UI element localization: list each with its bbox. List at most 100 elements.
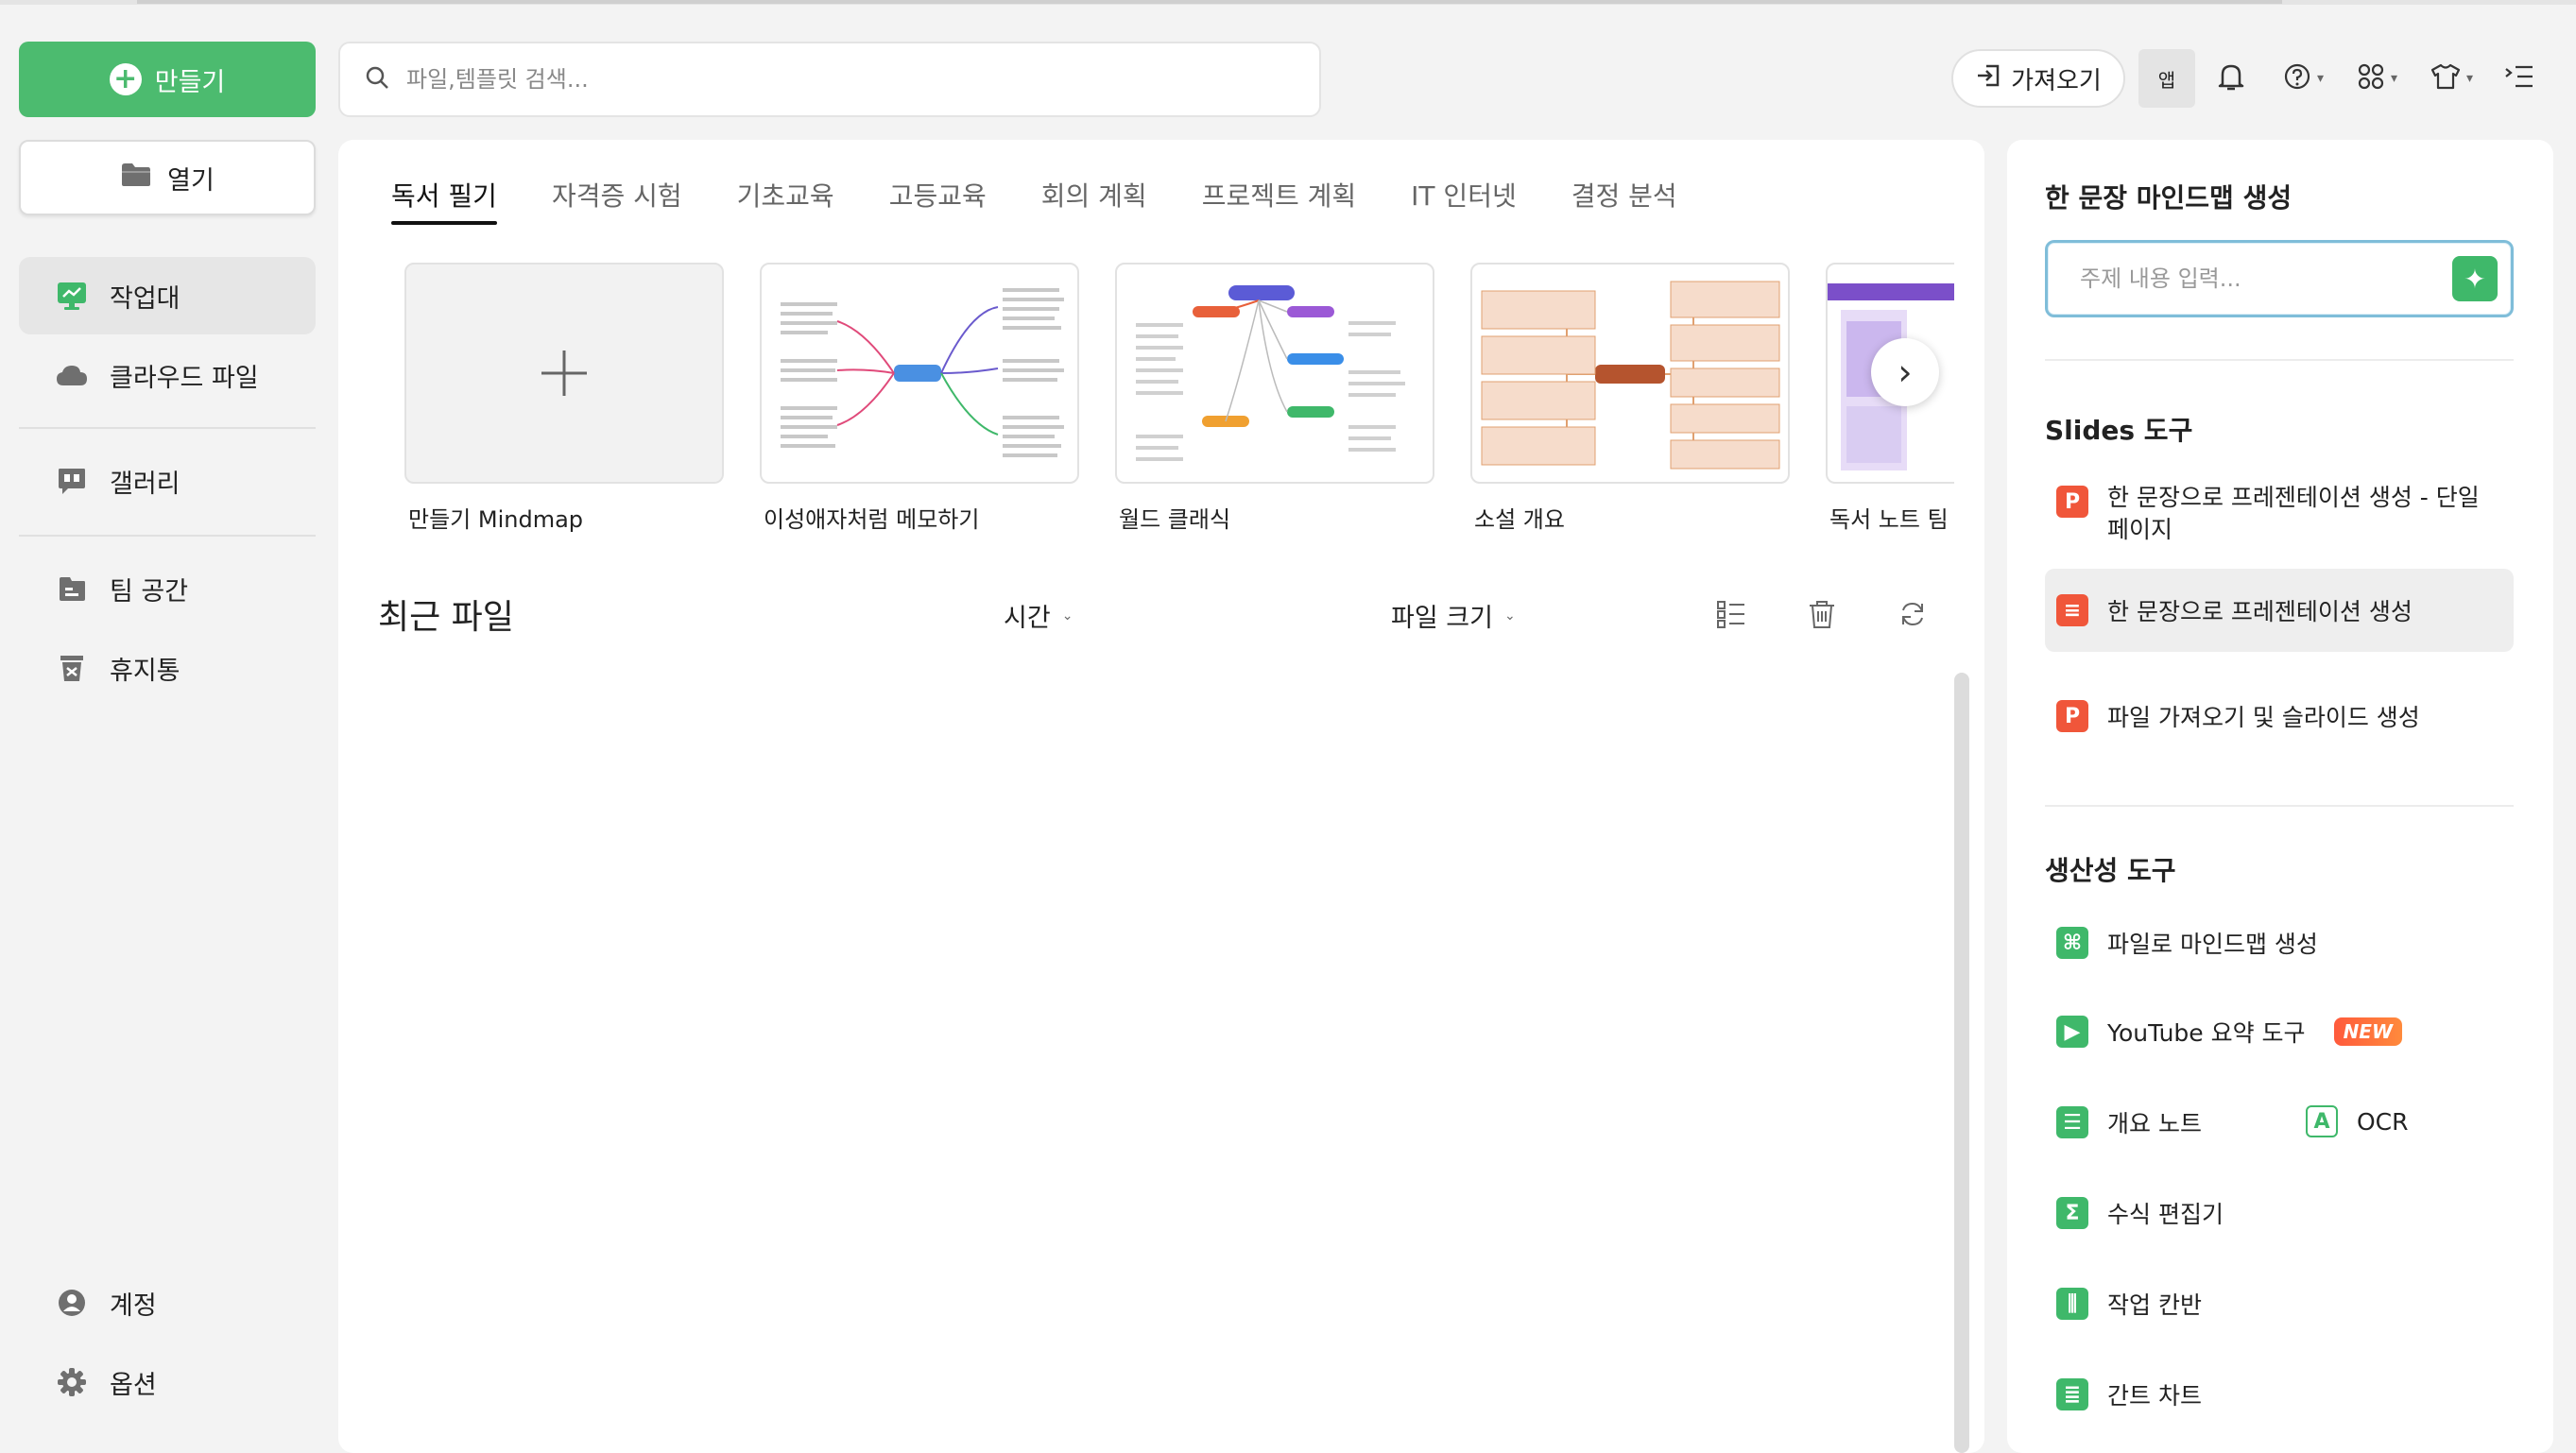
tab-certification[interactable]: 자격증 시험 [552, 176, 682, 225]
help-menu[interactable]: ▾ [2283, 59, 2324, 98]
chevron-down-icon: ⌄ [1503, 607, 1516, 624]
sidebar-item-label: 휴지통 [110, 656, 180, 686]
tool-task-kanban[interactable]: ⫼ 작업 칸반 [2045, 1287, 2514, 1321]
template-name: 만들기 Mindmap [408, 506, 584, 533]
tool-gantt-chart[interactable]: ≣ 간트 차트 [2045, 1377, 2514, 1411]
sidebar-item-workspace[interactable]: 작업대 [19, 257, 316, 334]
template-card[interactable]: 이성애자처럼 메모하기 [760, 263, 1079, 534]
app-button-label: 앱 [2157, 68, 2176, 92]
skin-menu[interactable]: ▾ [2430, 59, 2473, 98]
sidebar-item-trash[interactable]: 휴지통 [19, 629, 316, 707]
sidebar-toggle-button[interactable] [2504, 59, 2534, 98]
trash-icon [55, 651, 89, 685]
section-divider [2045, 805, 2514, 807]
play-icon: ▶ [2056, 1016, 2088, 1048]
sidebar-item-label: 클라우드 파일 [110, 363, 259, 393]
outline-icon: ☰ [2056, 1106, 2088, 1138]
window-top-bar [0, 0, 2576, 5]
chevron-right-icon: › [1898, 351, 1913, 393]
ai-generate-button[interactable]: ✦ [2452, 256, 2498, 301]
sidebar-item-label: 갤러리 [110, 469, 180, 499]
tool-ocr[interactable]: A OCR [2294, 1105, 2483, 1137]
sidebar-item-label: 옵션 [110, 1370, 157, 1400]
sidebar-item-options[interactable]: 옵션 [19, 1343, 316, 1421]
tab-decision-analysis[interactable]: 결정 분석 [1571, 176, 1677, 225]
sort-by-size[interactable]: 파일 크기 ⌄ [1391, 597, 1516, 634]
team-space-icon [55, 572, 89, 606]
sidebar-item-gallery[interactable]: 갤러리 [19, 442, 316, 520]
tool-label: OCR [2357, 1107, 2409, 1136]
tab-basic-education[interactable]: 기초교육 [737, 176, 834, 225]
tab-it-internet[interactable]: IT 인터넷 [1411, 176, 1517, 225]
tool-file-to-mindmap[interactable]: ⌘ 파일로 마인드맵 생성 [2045, 926, 2514, 960]
tool-label: 작업 칸반 [2107, 1291, 2202, 1319]
tool-formula-editor[interactable]: Σ 수식 편집기 [2045, 1196, 2514, 1230]
template-card[interactable]: 소설 개요 [1470, 263, 1790, 534]
carousel-next-button[interactable]: › [1871, 338, 1939, 406]
tab-reading-notes[interactable]: 독서 필기 [391, 176, 497, 225]
delete-button[interactable] [1803, 595, 1841, 633]
main-panel: 독서 필기 자격증 시험 기초교육 고등교육 회의 계획 프로젝트 계획 IT … [338, 140, 1984, 1453]
ai-topic-input[interactable] [2080, 265, 2439, 292]
tool-presentation-single-page[interactable]: P 한 문장으로 프레젠테이션 생성 - 단일 페이지 [2045, 482, 2514, 546]
open-button[interactable]: 열기 [19, 140, 316, 215]
refresh-button[interactable] [1894, 595, 1932, 633]
file-mindmap-icon: ⌘ [2056, 927, 2088, 959]
shirt-icon [2430, 62, 2461, 94]
list-view-button[interactable] [1712, 595, 1750, 633]
tool-presentation[interactable]: ≡ 한 문장으로 프레젠테이션 생성 [2045, 569, 2514, 652]
template-card[interactable]: 월드 클래식 [1115, 263, 1434, 534]
app-button[interactable]: 앱 [2138, 49, 2195, 108]
import-button-label: 가져오기 [2011, 66, 2102, 95]
template-card-new[interactable]: 만들기 Mindmap [404, 263, 724, 534]
sidebar-item-label: 작업대 [110, 283, 180, 314]
sparkle-icon: ✦ [2464, 263, 2486, 295]
tab-meeting-plan[interactable]: 회의 계획 [1041, 176, 1147, 225]
sidebar-divider [19, 427, 316, 429]
bell-icon [2217, 61, 2245, 95]
tool-outline-notes[interactable]: ☰ 개요 노트 [2045, 1105, 2281, 1139]
sidebar-item-label: 팀 공간 [110, 576, 189, 607]
workspace-icon [55, 279, 89, 313]
notification-button[interactable] [2217, 59, 2245, 98]
apps-menu[interactable]: ▾ [2357, 59, 2397, 98]
sort-size-label: 파일 크기 [1391, 604, 1493, 633]
tab-project-plan[interactable]: 프로젝트 계획 [1202, 176, 1356, 225]
sidebar-divider [19, 535, 316, 537]
ai-topic-field[interactable]: ✦ [2045, 240, 2514, 317]
template-name: 이성애자처럼 메모하기 [764, 506, 980, 533]
search-input[interactable] [406, 66, 1257, 93]
ai-mindmap-title: 한 문장 마인드맵 생성 [2045, 182, 2293, 214]
tab-higher-education[interactable]: 고등교육 [889, 176, 987, 225]
sigma-icon: Σ [2056, 1197, 2088, 1229]
tool-label: YouTube 요약 도구 [2107, 1019, 2306, 1047]
plus-icon [541, 350, 587, 396]
sidebar-item-team-space[interactable]: 팀 공간 [19, 550, 316, 627]
list-view-icon [1717, 601, 1744, 628]
slides-tools-title: Slides 도구 [2045, 415, 2193, 446]
tool-youtube-summary[interactable]: ▶ YouTube 요약 도구 NEW [2045, 1015, 2514, 1049]
help-icon [2283, 62, 2311, 94]
sort-by-time[interactable]: 시간 ⌄ [1004, 597, 1073, 634]
template-thumbnail [760, 263, 1079, 484]
template-thumbnail [404, 263, 724, 484]
plus-icon: + [109, 63, 142, 95]
chevron-down-icon: ⌄ [1061, 607, 1073, 624]
sidebar-item-cloud-files[interactable]: 클라우드 파일 [19, 336, 316, 414]
scrollbar[interactable] [1954, 673, 1969, 1453]
sidebar-item-account[interactable]: 계정 [19, 1264, 316, 1342]
search-bar[interactable] [338, 42, 1321, 117]
grid-icon [2357, 62, 2385, 94]
tool-label: 개요 노트 [2107, 1110, 2202, 1137]
create-button[interactable]: + 만들기 [19, 42, 316, 117]
gantt-icon: ≣ [2056, 1378, 2088, 1410]
open-button-label: 열기 [167, 165, 215, 196]
tool-label: 간트 차트 [2107, 1382, 2202, 1410]
import-button[interactable]: 가져오기 [1951, 49, 2125, 108]
ppt-icon: P [2056, 486, 2088, 518]
tool-label: 한 문장으로 프레젠테이션 생성 [2107, 598, 2413, 625]
folder-icon [120, 162, 152, 195]
tool-import-to-slides[interactable]: P 파일 가져오기 및 슬라이드 생성 [2045, 699, 2514, 733]
gear-icon [55, 1365, 89, 1399]
recent-files-title: 최근 파일 [378, 598, 514, 637]
